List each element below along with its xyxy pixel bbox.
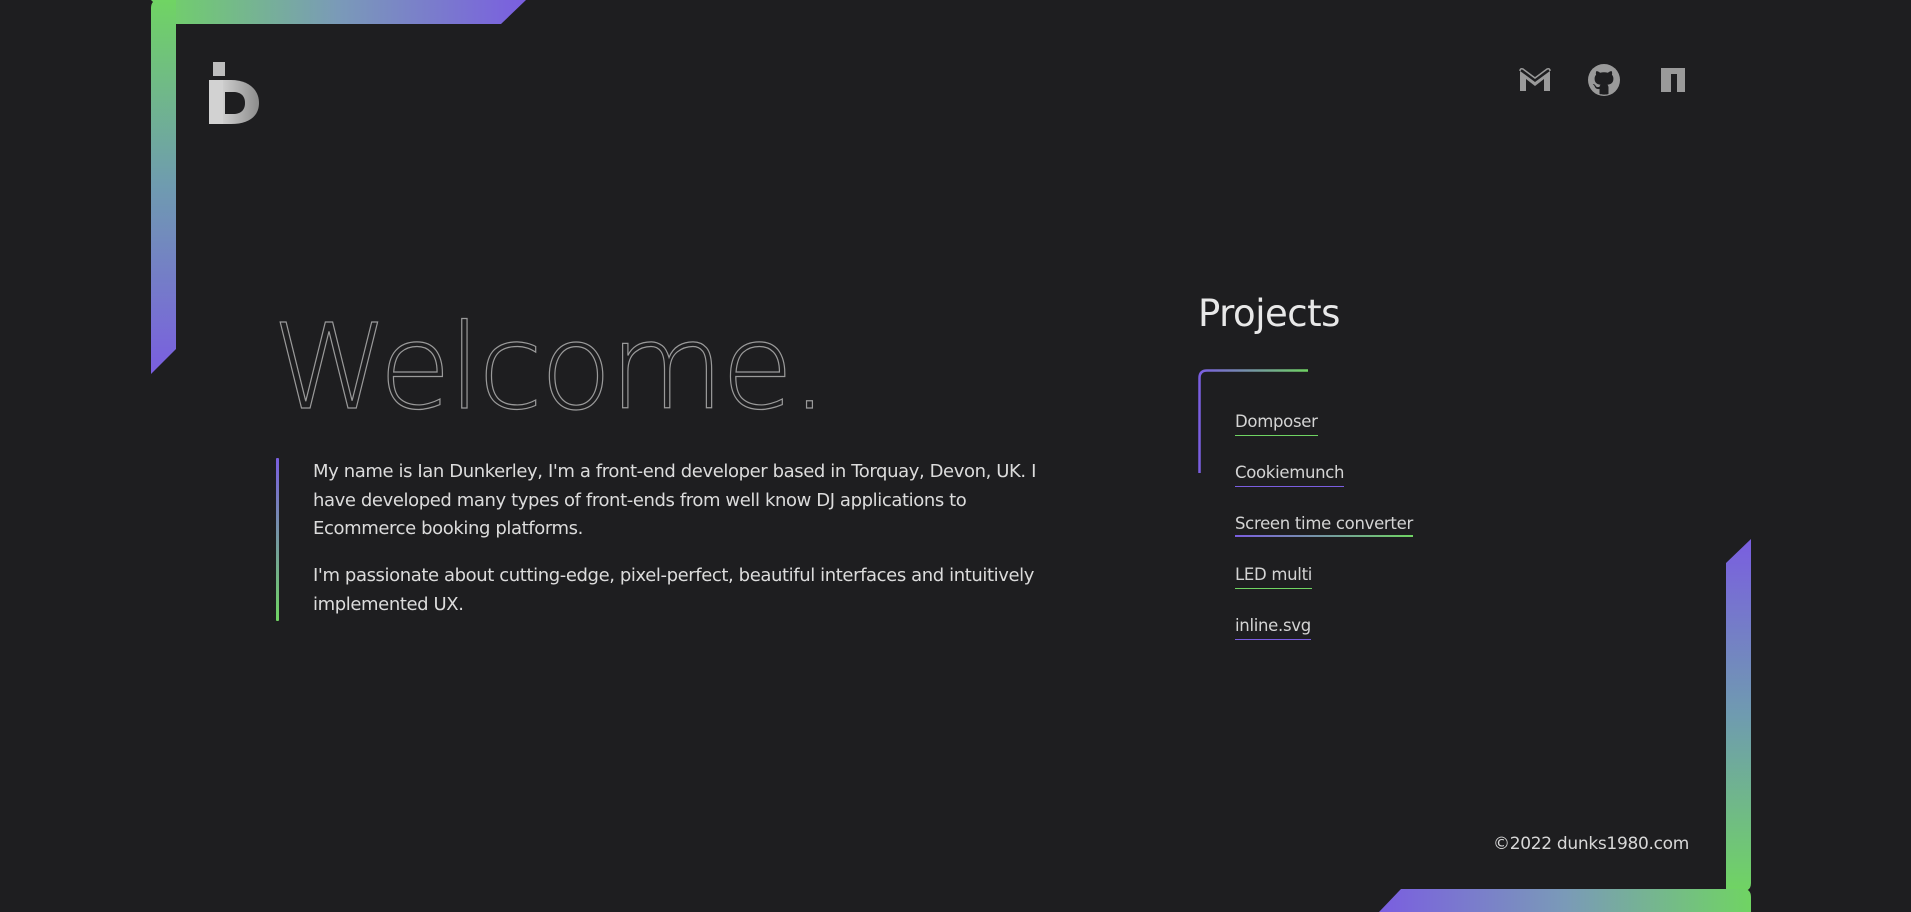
- welcome-heading-svg: Welcome.: [271, 297, 828, 436]
- page: Welcome. My name is Ian Dunkerley, I'm a…: [0, 0, 1911, 912]
- site-logo[interactable]: [209, 62, 261, 126]
- project-item: LED multi: [1235, 565, 1413, 616]
- email-link[interactable]: [1515, 60, 1554, 99]
- projects-title: Projects: [1198, 292, 1340, 335]
- github-icon: [1587, 63, 1620, 96]
- project-item: Domposer: [1235, 412, 1413, 463]
- intro-section: My name is Ian Dunkerley, I'm a front-en…: [276, 458, 1066, 621]
- footer-copyright: ©2022 dunks1980.com: [1493, 834, 1689, 854]
- project-item: inline.svg: [1235, 616, 1413, 667]
- welcome-heading-text: Welcome.: [272, 298, 825, 436]
- npm-icon: [1660, 67, 1685, 92]
- intro-accent-bar: [276, 458, 279, 621]
- project-item: Cookiemunch: [1235, 463, 1413, 514]
- decorative-frame: [151, 0, 1751, 912]
- projects-list: Domposer Cookiemunch Screen time convert…: [1235, 412, 1413, 667]
- social-links: [1515, 60, 1692, 99]
- github-link[interactable]: [1584, 60, 1623, 99]
- project-link-domposer[interactable]: Domposer: [1235, 412, 1318, 436]
- project-link-screen-time-converter[interactable]: Screen time converter: [1235, 514, 1413, 537]
- projects-section: Projects Domposer Cookiemunch Screen tim…: [1198, 290, 1558, 640]
- intro-paragraph-1: My name is Ian Dunkerley, I'm a front-en…: [313, 461, 1036, 539]
- project-link-led-multi[interactable]: LED multi: [1235, 565, 1312, 589]
- intro-paragraph-2: I'm passionate about cutting-edge, pixel…: [313, 565, 1035, 615]
- welcome-heading: Welcome.: [271, 296, 912, 436]
- id-monogram-logo: [209, 62, 259, 124]
- project-item: Screen time converter: [1235, 514, 1413, 565]
- npm-link[interactable]: [1653, 60, 1692, 99]
- intro-text: My name is Ian Dunkerley, I'm a front-en…: [313, 458, 1073, 638]
- project-link-cookiemunch[interactable]: Cookiemunch: [1235, 463, 1345, 487]
- gmail-icon: [1518, 67, 1551, 91]
- project-link-inline-svg[interactable]: inline.svg: [1235, 616, 1311, 640]
